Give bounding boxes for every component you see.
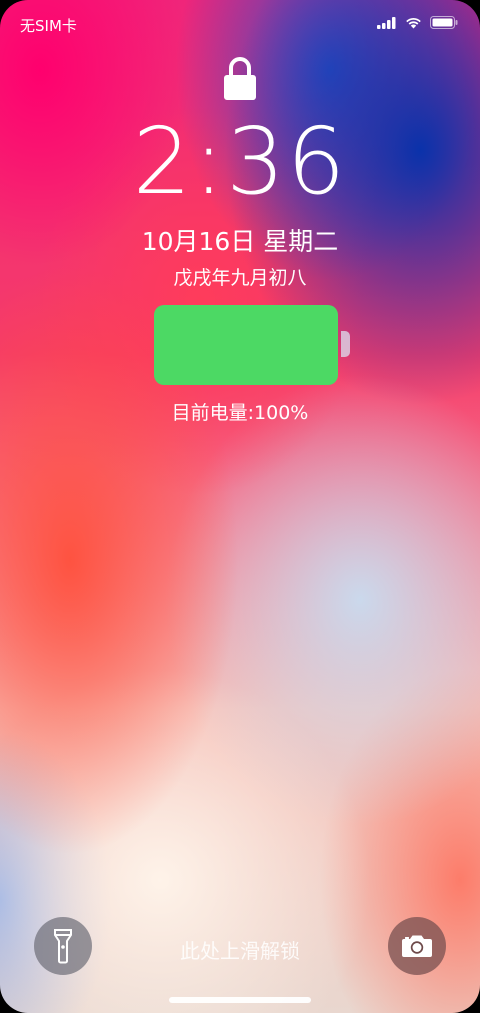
lunar-date-label: 戊戌年九月初八 xyxy=(173,267,307,289)
battery-level-indicator xyxy=(154,305,338,385)
battery-icon xyxy=(430,16,458,29)
lock-icon xyxy=(224,57,256,100)
battery-percentage-label: 目前电量:100% xyxy=(171,402,309,424)
status-bar: 无SIM卡 xyxy=(0,0,480,50)
home-indicator[interactable] xyxy=(169,997,311,1003)
lock-screen: 无SIM卡 2:36 10月16日 星期二 戊戌年九月初八 目前电量:100% … xyxy=(0,0,480,1013)
status-icons xyxy=(377,16,458,29)
carrier-label: 无SIM卡 xyxy=(20,17,77,35)
battery-tip xyxy=(341,331,350,357)
camera-icon xyxy=(402,935,432,957)
clock-time: 2:36 xyxy=(132,108,348,215)
signal-icon xyxy=(377,16,396,29)
date-label: 10月16日 星期二 xyxy=(141,227,339,256)
camera-button[interactable] xyxy=(388,917,446,975)
wifi-icon xyxy=(406,18,421,29)
